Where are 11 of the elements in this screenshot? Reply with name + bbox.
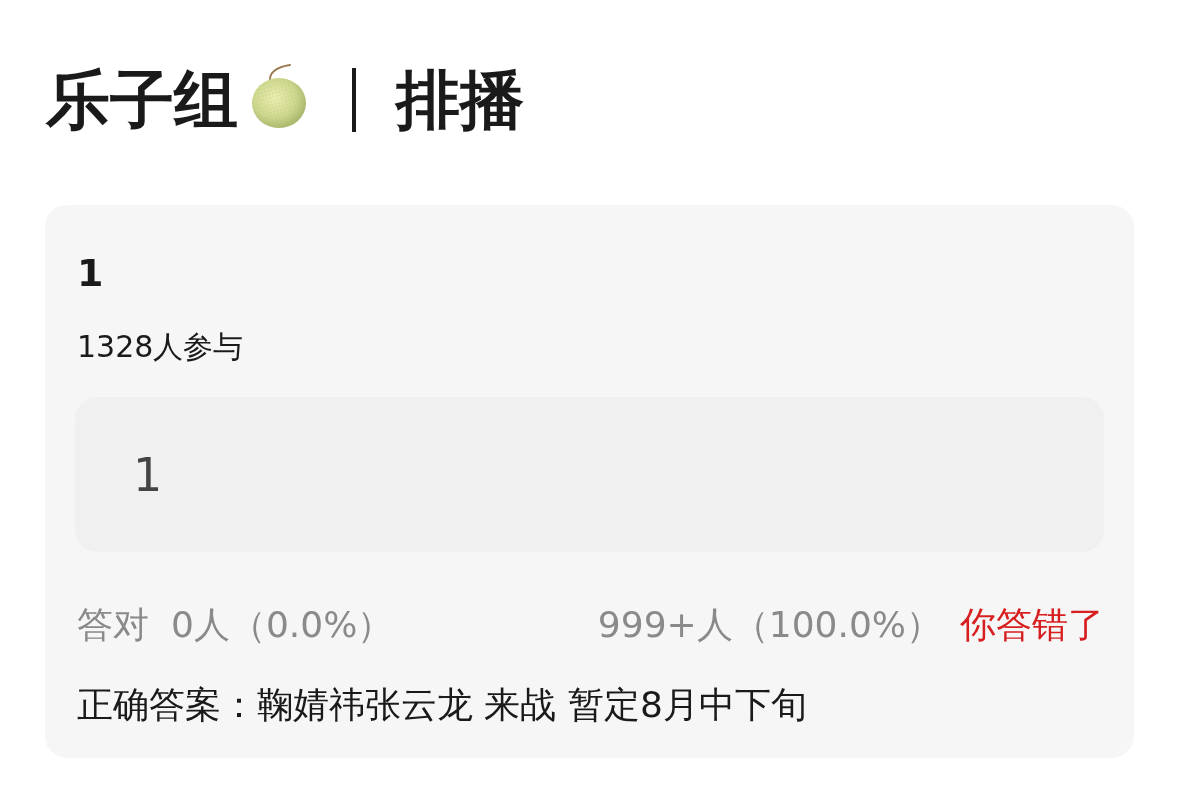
correct-answer: 正确答案：鞠婧祎张云龙 来战 暂定8月中下旬 — [76, 687, 808, 723]
correct-count: 0人（0.0%） — [171, 607, 394, 643]
answer-box: 1 — [75, 397, 1104, 552]
result-text: 你答错了 — [960, 607, 1104, 643]
question-title: 1 — [76, 254, 105, 292]
section-title: 排播 — [396, 68, 524, 132]
wrong-count: 999+人（100.0%） — [597, 607, 942, 643]
group-title: 乐子组 — [46, 68, 238, 132]
participant-count: 1328人参与 — [76, 332, 245, 362]
melon-icon — [250, 63, 308, 129]
correct-label: 答对 — [77, 607, 149, 643]
